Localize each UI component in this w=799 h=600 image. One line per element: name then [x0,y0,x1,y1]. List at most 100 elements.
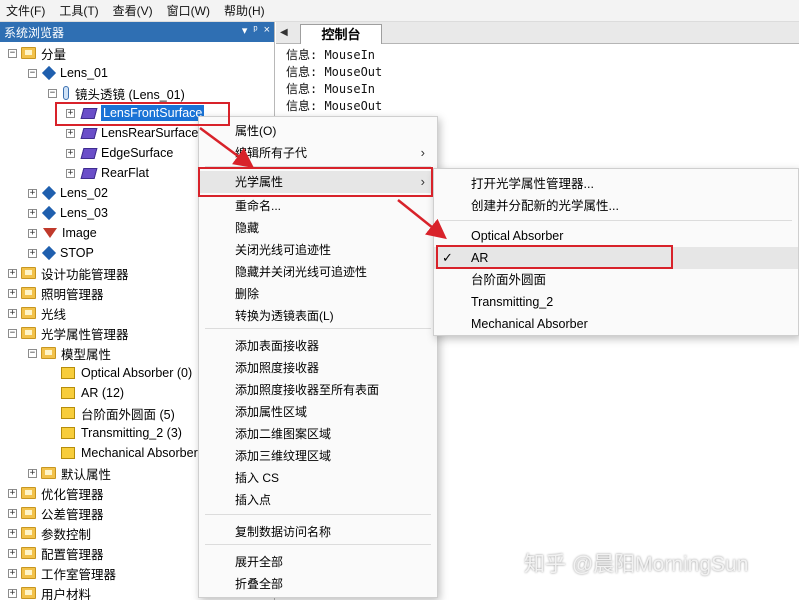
context-menu-item[interactable]: 属性(O) [199,120,437,142]
tree-row[interactable]: − 模型属性 [28,343,111,363]
context-menu-item[interactable]: 插入 CS [199,467,437,489]
submenu-item[interactable]: Mechanical Absorber [434,313,798,335]
tree-row[interactable]: 台阶面外圆面 (5) [48,403,175,423]
tree-row[interactable]: + 工作室管理器 [8,563,116,583]
expand-icon[interactable]: + [8,268,17,278]
tab-console[interactable]: 控制台 [300,24,382,44]
tree-row[interactable]: − 光学属性管理器 [8,323,129,343]
context-menu-item[interactable]: 展开全部 [199,551,437,573]
expand-icon[interactable]: + [66,108,75,118]
tree-row[interactable]: + 优化管理器 [8,483,104,503]
tree-row-label: Lens_03 [60,206,108,220]
tree-row[interactable]: + EdgeSurface [66,143,173,163]
expand-icon[interactable]: + [66,128,75,138]
expand-icon[interactable]: + [8,308,17,318]
collapse-icon[interactable]: − [28,68,37,78]
menu-window[interactable]: 窗口(W) [167,2,210,19]
menu-separator [205,544,431,545]
expand-icon[interactable]: + [66,148,75,158]
tree-row[interactable]: + 光线 [8,303,66,323]
folder-icon [41,347,56,359]
tree-row[interactable]: + 用户材料 [8,583,91,600]
tree-row[interactable]: − Lens_01 [28,63,108,83]
tree-row[interactable]: + LensFrontSurface [66,103,205,123]
menu-file[interactable]: 文件(F) [6,2,45,19]
expand-icon[interactable]: + [8,588,17,598]
tree-row[interactable]: + LensRearSurface [66,123,198,143]
expand-icon[interactable]: + [8,548,17,558]
context-menu-item[interactable]: 关闭光线可追迹性 [199,239,437,261]
menu-help[interactable]: 帮助(H) [224,2,265,19]
expand-icon[interactable]: + [8,288,17,298]
console-line: 信息: MouseIn [286,48,376,62]
context-menu-item[interactable]: 光学属性 › [199,171,437,193]
menu-view[interactable]: 查看(V) [113,2,153,19]
submenu-item[interactable]: Transmitting_2 [434,291,798,313]
tree-row[interactable]: Transmitting_2 (3) [48,423,182,443]
context-menu-item[interactable]: 转换为透镜表面(L) [199,305,437,327]
submenu-item[interactable]: Optical Absorber [434,225,798,247]
context-menu-item[interactable]: 添加表面接收器 [199,335,437,357]
expand-icon[interactable]: + [28,228,37,238]
tree-row[interactable]: + STOP [28,243,94,263]
submenu-item[interactable]: 创建并分配新的光学属性... [434,195,798,217]
context-menu-item[interactable]: 添加二维图案区域 [199,423,437,445]
context-menu-item[interactable]: 添加照度接收器 [199,357,437,379]
surface-icon [80,147,98,159]
expand-icon[interactable]: + [8,508,17,518]
tab-scroll-left-icon[interactable]: ◀ [280,27,288,38]
collapse-icon[interactable]: − [8,328,17,338]
submenu-item[interactable]: 打开光学属性管理器... [434,173,798,195]
tree-row[interactable]: Optical Absorber (0) [48,363,192,383]
tree-row[interactable]: Mechanical Absorber [48,443,198,463]
context-menu-item[interactable]: 隐藏 [199,217,437,239]
dropdown-icon[interactable]: ▾ [242,24,248,37]
context-menu-item[interactable]: 删除 [199,283,437,305]
context-menu-item[interactable]: 编辑所有子代 › [199,142,437,164]
expand-icon[interactable]: + [28,248,37,258]
context-menu-item[interactable]: 复制数据访问名称 [199,521,437,543]
tree-row[interactable]: + 公差管理器 [8,503,104,523]
expand-icon[interactable]: + [8,528,17,538]
menu-tools[interactable]: 工具(T) [59,2,98,19]
tree-row[interactable]: − 镜头透镜 (Lens_01) [48,83,185,103]
tree-row[interactable]: + 照明管理器 [8,283,104,303]
context-menu-item[interactable]: 添加三维纹理区域 [199,445,437,467]
submenu-item-label: Mechanical Absorber [471,317,588,331]
tree-row[interactable]: + 设计功能管理器 [8,263,129,283]
context-menu-item[interactable]: 添加照度接收器至所有表面 [199,379,437,401]
expand-icon[interactable]: + [8,568,17,578]
checkmark-icon: ✓ [442,250,453,265]
submenu-item[interactable]: 台阶面外圆面 [434,269,798,291]
tree-row[interactable]: − 分量 [8,43,66,63]
expand-icon[interactable]: + [28,468,37,478]
tree-row[interactable]: + Lens_03 [28,203,108,223]
collapse-icon[interactable]: − [28,348,37,358]
expand-icon[interactable]: + [28,208,37,218]
close-icon[interactable]: × [264,24,270,37]
context-menu-item[interactable]: 添加属性区域 [199,401,437,423]
expand-icon[interactable]: + [8,488,17,498]
context-menu-item-label: 添加三维纹理区域 [235,449,332,463]
context-menu-item[interactable]: 重命名... [199,195,437,217]
collapse-icon[interactable]: − [8,48,17,58]
context-menu-item[interactable]: 插入点 [199,489,437,511]
tree-row[interactable]: + Lens_02 [28,183,108,203]
tree-row[interactable]: + 默认属性 [28,463,111,483]
tree-row[interactable]: + RearFlat [66,163,149,183]
collapse-icon[interactable]: − [48,88,57,98]
tree-row-label: 用户材料 [41,587,92,600]
tree-row[interactable]: + 参数控制 [8,523,91,543]
tree-row[interactable]: + 配置管理器 [8,543,104,563]
submenu-item[interactable]: ✓ AR [434,247,798,269]
tree-row[interactable]: AR (12) [48,383,124,403]
property-icon [61,367,75,379]
tree-row[interactable]: + Image [28,223,97,243]
context-menu-item[interactable]: 隐藏并关闭光线可追迹性 [199,261,437,283]
expand-icon[interactable]: + [66,168,75,178]
surface-icon [80,127,98,139]
pin-icon[interactable]: ᵖ [253,24,257,37]
context-menu-item[interactable]: 折叠全部 [199,573,437,595]
folder-icon [21,47,36,59]
expand-icon[interactable]: + [28,188,37,198]
